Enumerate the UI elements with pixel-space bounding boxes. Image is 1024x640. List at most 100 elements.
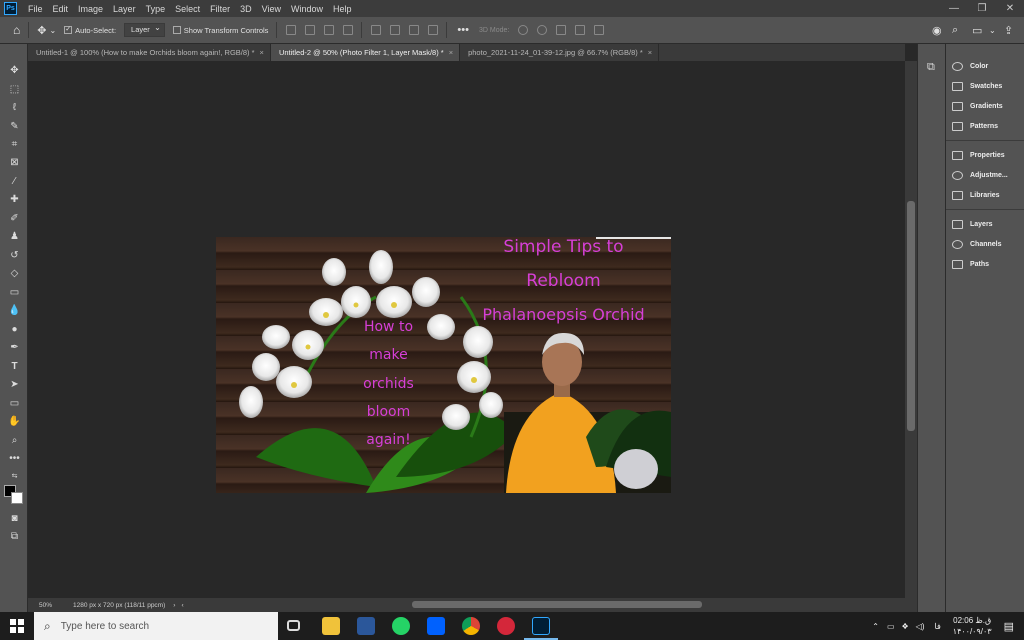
panel-history-icon[interactable]: ⧉ [927,61,935,74]
pen-tool-icon[interactable]: ✒ [7,341,22,355]
align-center-icon[interactable] [305,25,316,35]
show-transform-checkbox[interactable] [172,26,181,34]
share-icon[interactable]: ⇪ [1004,24,1013,37]
menu-view[interactable]: View [257,4,286,14]
more-options-icon[interactable]: ••• [457,24,469,36]
dodge-tool-icon[interactable]: ● [7,323,22,337]
chevron-up-icon[interactable]: ⌃ [872,622,879,631]
document-image[interactable]: Simple Tips to Rebloom Phalanoepsis Orch… [216,237,671,493]
align-bottom-icon[interactable] [409,25,420,35]
distribute-icon[interactable] [343,25,354,35]
language-indicator[interactable]: فا [935,622,941,631]
quick-mask-icon[interactable]: ◙ [7,512,22,526]
zoom-tool-icon[interactable]: ⌕ [7,434,22,448]
close-icon[interactable]: ✕ [996,0,1024,17]
more-tools-icon[interactable]: ••• [7,452,22,466]
taskbar-search-box[interactable]: ⌕ Type here to search [34,612,278,640]
volume-icon[interactable]: ◁) [916,622,925,631]
move-tool-icon[interactable]: ✥ [7,64,22,78]
whatsapp-icon[interactable] [392,617,410,635]
swap-colors-icon[interactable]: ⇆ [7,470,22,484]
frame-tool-icon[interactable]: ⊠ [7,156,22,170]
document-size[interactable]: 1280 px x 720 px (118/11 ppcm) [73,602,165,609]
close-icon[interactable]: × [260,48,264,57]
menu-layer[interactable]: Layer [108,4,141,14]
menu-image[interactable]: Image [73,4,108,14]
menu-3d[interactable]: 3D [235,4,257,14]
word-icon[interactable] [357,617,375,635]
blur-tool-icon[interactable]: 💧 [7,304,22,318]
chevron-down-icon[interactable]: ⌄ [49,26,56,35]
distribute-vertical-icon[interactable] [428,25,439,35]
menu-edit[interactable]: Edit [48,4,74,14]
tab-untitled-1[interactable]: Untitled-1 @ 100% (How to make Orchids b… [28,44,271,61]
shape-tool-icon[interactable]: ▭ [7,397,22,411]
menu-file[interactable]: File [23,4,48,14]
network-icon[interactable]: ▭ [887,622,895,631]
quick-select-tool-icon[interactable]: ✎ [7,120,22,134]
lasso-tool-icon[interactable]: ℓ [7,101,22,115]
screen-mode-icon[interactable]: ⧉ [7,530,22,544]
eyedropper-tool-icon[interactable]: ⁄ [7,175,22,189]
tab-untitled-2[interactable]: Untitled-2 @ 50% (Photo Filter 1, Layer … [270,44,461,61]
search-icon[interactable]: ⌕ [952,24,958,37]
auto-select-dropdown[interactable]: Layer [124,22,165,37]
gradient-tool-icon[interactable]: ▭ [7,286,22,300]
type-tool-icon[interactable]: T [7,360,22,374]
history-brush-tool-icon[interactable]: ↺ [7,249,22,263]
tab-photo[interactable]: photo_2021-11-24_01-39-12.jpg @ 66.7% (R… [460,44,660,61]
panel-color[interactable]: Color [952,62,988,71]
background-color-swatch[interactable] [11,492,23,504]
healing-tool-icon[interactable]: ✚ [7,193,22,207]
auto-select-checkbox[interactable]: ✓ [64,26,73,34]
panel-swatches[interactable]: Swatches [952,82,1002,91]
panel-libraries[interactable]: Libraries [952,191,1000,200]
menu-filter[interactable]: Filter [205,4,235,14]
show-transform-option[interactable]: Show Transform Controls [172,26,268,35]
menu-select[interactable]: Select [170,4,205,14]
home-icon[interactable]: ⌂ [13,23,20,37]
psiphon-icon[interactable] [497,617,515,635]
panel-layers[interactable]: Layers [952,220,993,229]
panel-adjustments[interactable]: Adjustme... [952,171,1008,180]
eraser-tool-icon[interactable]: ◇ [7,267,22,281]
user-icon[interactable]: ◉ [932,24,942,37]
maximize-icon[interactable]: ❐ [968,0,996,17]
dropbox-tray-icon[interactable]: ❖ [902,622,909,631]
panel-paths[interactable]: Paths [952,260,989,269]
zoom-level[interactable]: 50% [39,602,69,609]
align-middle-icon[interactable] [390,25,401,35]
crop-tool-icon[interactable]: ⌗ [7,138,22,152]
file-explorer-icon[interactable] [322,617,340,635]
move-tool-icon[interactable]: ✥ [37,24,46,37]
align-right-icon[interactable] [324,25,335,35]
vertical-scrollbar[interactable] [905,61,917,598]
dropbox-icon[interactable] [427,617,445,635]
3d-pan-icon[interactable] [556,25,567,35]
3d-orbit-icon[interactable] [518,25,529,35]
menu-type[interactable]: Type [141,4,171,14]
chevron-right-icon[interactable]: › [173,602,175,609]
chevron-down-icon[interactable]: ⌄ [989,26,996,35]
panel-gradients[interactable]: Gradients [952,102,1003,111]
chrome-icon[interactable] [462,617,480,635]
3d-scale-icon[interactable] [594,25,605,35]
task-view-icon[interactable] [287,620,300,631]
brush-tool-icon[interactable]: ✐ [7,212,22,226]
photoshop-taskbar-icon[interactable] [532,617,550,635]
menu-help[interactable]: Help [328,4,357,14]
marquee-tool-icon[interactable]: ⬚ [7,83,22,97]
menu-window[interactable]: Window [286,4,328,14]
clock[interactable]: 02:06 ق.ظ ۱۴۰۰/۰۹/۰۳ [953,615,992,637]
auto-select-option[interactable]: ✓ Auto-Select: [64,26,116,35]
start-button[interactable] [0,612,34,640]
3d-slide-icon[interactable] [575,25,586,35]
scroll-thumb[interactable] [907,201,915,431]
horizontal-scrollbar-thumb[interactable] [412,601,702,608]
stamp-tool-icon[interactable]: ♟ [7,230,22,244]
panel-channels[interactable]: Channels [952,240,1002,249]
close-icon[interactable]: × [449,48,453,57]
chevron-left-icon[interactable]: ‹ [181,602,183,609]
photoshop-logo-icon[interactable]: Ps [4,2,17,15]
close-icon[interactable]: × [648,48,652,57]
